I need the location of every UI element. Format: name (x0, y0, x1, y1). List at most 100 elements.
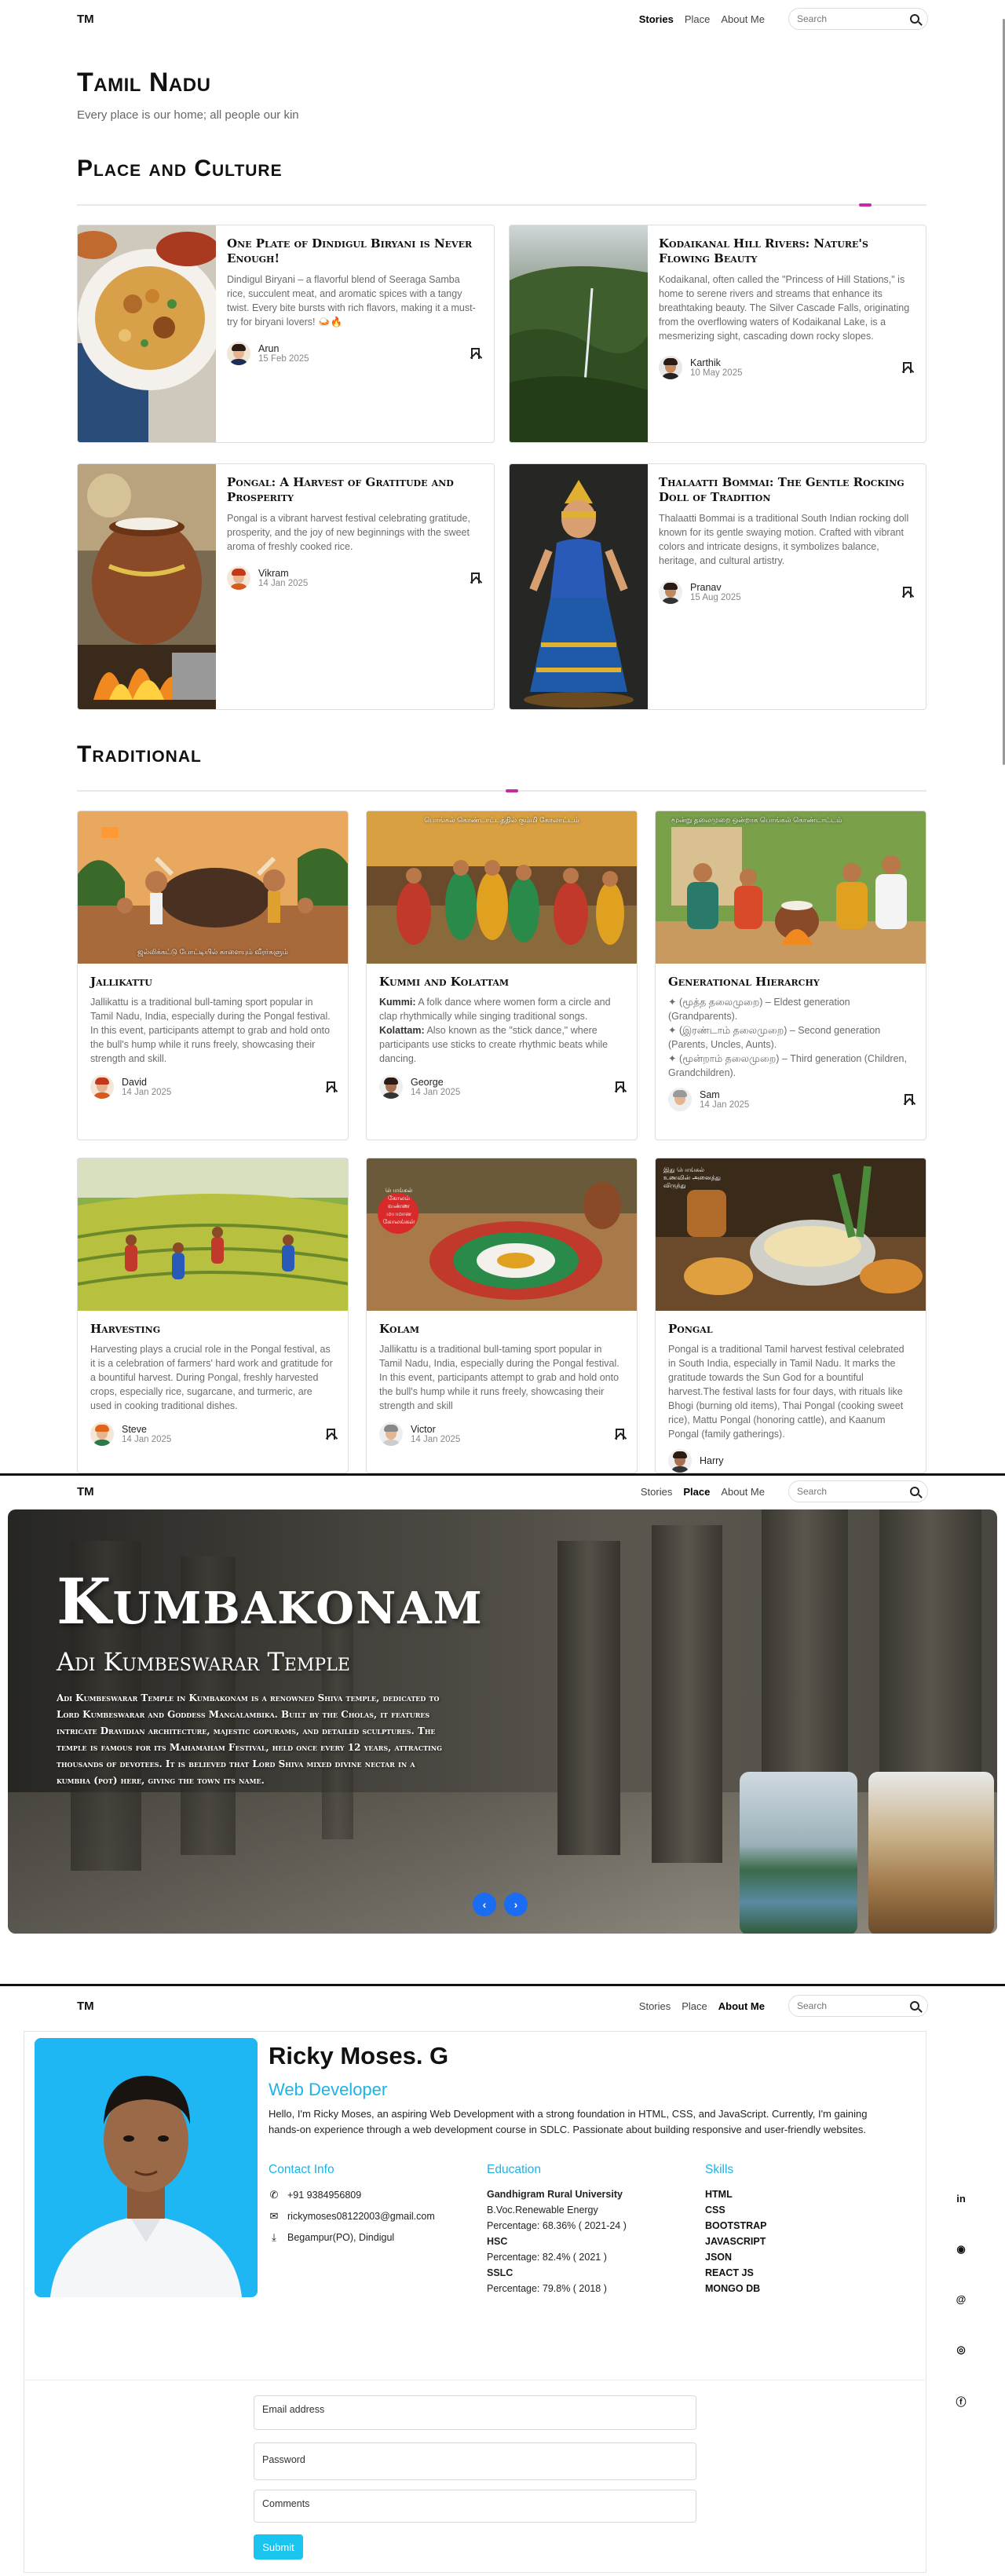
story-card-thalaatti-bommai[interactable]: Thalaatti Bommai: The Gentle Rocking Dol… (509, 463, 926, 710)
place-title: Kumbakonam (57, 1564, 484, 1638)
bookmark-icon[interactable] (327, 1429, 335, 1440)
card-text: Dindigul Biryani – a flavorful blend of … (227, 274, 476, 327)
card-title[interactable]: Generational Hierarchy (668, 975, 913, 989)
card-text: Harvesting plays a crucial role in the P… (90, 1344, 333, 1411)
trad-card-pongal[interactable]: இது பொங்கல் உணவின் அனைத்து விருந்து Pong… (655, 1158, 926, 1473)
search-icon[interactable] (910, 14, 919, 24)
submit-button[interactable]: Submit (254, 2534, 303, 2560)
author-name: George (411, 1077, 444, 1088)
instagram-icon[interactable]: ◎ (953, 2344, 969, 2356)
post-date: 15 Feb 2025 (258, 354, 309, 364)
bookmark-icon[interactable] (471, 348, 480, 359)
card-title[interactable]: Jallikattu (90, 975, 335, 989)
facebook-icon[interactable]: ⓕ (953, 2394, 969, 2409)
card-author: Victor 14 Jan 2025 (379, 1422, 624, 1446)
carousel-prev-button[interactable]: ‹ (473, 1893, 496, 1916)
avatar (227, 566, 250, 590)
search-input[interactable]: Search (788, 1995, 928, 2017)
skill-item: BOOTSTRAP (705, 2220, 767, 2231)
avatar (659, 580, 682, 604)
linkedin-icon[interactable]: in (953, 2193, 969, 2205)
trad-card-jallikattu[interactable]: ஜல்லிக்கட்டு போட்டியில் காளையும் வீரர்கள… (77, 810, 349, 1140)
brand-logo[interactable]: TM (77, 2000, 94, 2013)
story-card-biryani[interactable]: One Plate of Dindigul Biryani is Never E… (77, 225, 495, 443)
skills-heading: Skills (705, 2163, 734, 2176)
nav-about[interactable]: About Me (721, 13, 765, 25)
bookmark-icon[interactable] (616, 1429, 624, 1440)
search-icon[interactable] (910, 1487, 919, 1496)
trad-card-generational-hierarchy[interactable]: மூன்று தலைமுறை ஒன்றாக பொங்கல் கொண்டாட்டம… (655, 810, 926, 1140)
phone-icon: ✆ (269, 2189, 279, 2201)
skill-item: REACT JS (705, 2267, 754, 2278)
profile-name: Ricky Moses. G (269, 2042, 449, 2069)
address-text: Begampur(PO), Dindigul (287, 2232, 395, 2243)
nav-place[interactable]: Place (685, 13, 711, 25)
comments-field-label: Comments (262, 2498, 310, 2509)
bookmark-icon[interactable] (903, 587, 912, 598)
email-field[interactable]: Email address (254, 2395, 696, 2430)
section-heading-place-culture: Place and Culture (77, 156, 283, 181)
card-text: Pongal is a traditional Tamil harvest fe… (668, 1344, 904, 1440)
card-body: Kodaikanal Hill Rivers: Nature's Flowing… (659, 236, 912, 434)
pongal-pot-image (78, 464, 216, 709)
brand-logo[interactable]: TM (77, 1485, 94, 1498)
post-date: 14 Jan 2025 (122, 1088, 172, 1097)
nav-stories[interactable]: Stories (641, 1486, 672, 1498)
password-field[interactable]: Password (254, 2442, 696, 2480)
card-title[interactable]: Kolam (379, 1322, 624, 1336)
trad-card-harvesting[interactable]: Harvesting Harvesting plays a crucial ro… (77, 1158, 349, 1473)
author-name: Steve (122, 1424, 147, 1435)
card-author: Vikram 14 Jan 2025 (227, 566, 480, 590)
card-title[interactable]: Pongal: A Harvest of Gratitude and Prosp… (227, 475, 480, 505)
comments-textarea[interactable]: Comments (254, 2490, 696, 2523)
contact-email[interactable]: ✉ rickymoses08122003@gmail.com (269, 2210, 435, 2223)
kolam-image: பொங்கல் கோலம் வண்ண மயமான கோலங்கள் (367, 1158, 637, 1311)
card-line: ✦ (மூன்றாம் தலைமுறை) – Third generation … (668, 1053, 907, 1078)
nav-stories[interactable]: Stories (639, 2000, 671, 2012)
avatar (659, 356, 682, 379)
card-title[interactable]: Pongal (668, 1322, 913, 1336)
author-name: Arun (258, 343, 280, 354)
nav-about[interactable]: About Me (721, 1486, 765, 1498)
education-heading: Education (487, 2163, 541, 2176)
card-body: Generational Hierarchy ✦ (மூத்த தலைமுறை)… (656, 964, 926, 1119)
search-placeholder: Search (797, 2000, 828, 2011)
kolattam-label: Kolattam: (379, 1025, 425, 1036)
nav-place[interactable]: Place (682, 2000, 707, 2012)
trad-card-kummi-kolattam[interactable]: பொங்கல் கொண்டாட்டத்தில் கும்மி கோலாட்டம்… (366, 810, 638, 1140)
story-card-kodaikanal[interactable]: Kodaikanal Hill Rivers: Nature's Flowing… (509, 225, 926, 443)
carousel-thumb-temple[interactable] (868, 1772, 994, 1934)
story-card-pongal[interactable]: Pongal: A Harvest of Gratitude and Prosp… (77, 463, 495, 710)
image-caption: பொங்கல் கோலம் வண்ண மயமான கோலங்கள் (382, 1187, 415, 1225)
education-item: B.Voc.Renewable Energy (487, 2205, 598, 2216)
card-author: Harry (668, 1449, 913, 1473)
card-title[interactable]: Kodaikanal Hill Rivers: Nature's Flowing… (659, 236, 912, 266)
email-at-icon[interactable]: @ (953, 2293, 969, 2305)
github-icon[interactable]: ◉ (953, 2243, 969, 2256)
bookmark-icon[interactable] (903, 362, 912, 373)
nav-links: Stories Place About Me Search (641, 1480, 928, 1502)
card-text: Kodaikanal, often called the "Princess o… (659, 274, 910, 342)
contact-phone[interactable]: ✆ +91 9384956809 (269, 2189, 362, 2201)
carousel-thumb-lake[interactable] (740, 1772, 857, 1934)
bookmark-icon[interactable] (616, 1081, 624, 1092)
bookmark-icon[interactable] (904, 1094, 913, 1105)
card-title[interactable]: Harvesting (90, 1322, 335, 1336)
search-icon[interactable] (910, 2001, 919, 2011)
image-caption: இது பொங்கல் உணவின் அனைத்து விருந்து (663, 1166, 721, 1189)
trad-card-kolam[interactable]: பொங்கல் கோலம் வண்ண மயமான கோலங்கள் Kolam … (366, 1158, 638, 1473)
nav-place[interactable]: Place (683, 1486, 710, 1498)
card-title[interactable]: Thalaatti Bommai: The Gentle Rocking Dol… (659, 475, 912, 505)
card-body: Pongal Pongal is a traditional Tamil har… (656, 1311, 926, 1473)
bookmark-icon[interactable] (327, 1081, 335, 1092)
nav-stories[interactable]: Stories (639, 13, 674, 25)
carousel-next-button[interactable]: › (504, 1893, 528, 1916)
brand-logo[interactable]: TM (77, 13, 94, 26)
search-input[interactable]: Search (788, 8, 928, 30)
card-title[interactable]: Kummi and Kolattam (379, 975, 624, 989)
bookmark-icon[interactable] (471, 573, 480, 584)
nav-about[interactable]: About Me (718, 2000, 765, 2012)
author-name: Karthik (690, 357, 721, 368)
card-title[interactable]: One Plate of Dindigul Biryani is Never E… (227, 236, 480, 266)
search-input[interactable]: Search (788, 1480, 928, 1502)
